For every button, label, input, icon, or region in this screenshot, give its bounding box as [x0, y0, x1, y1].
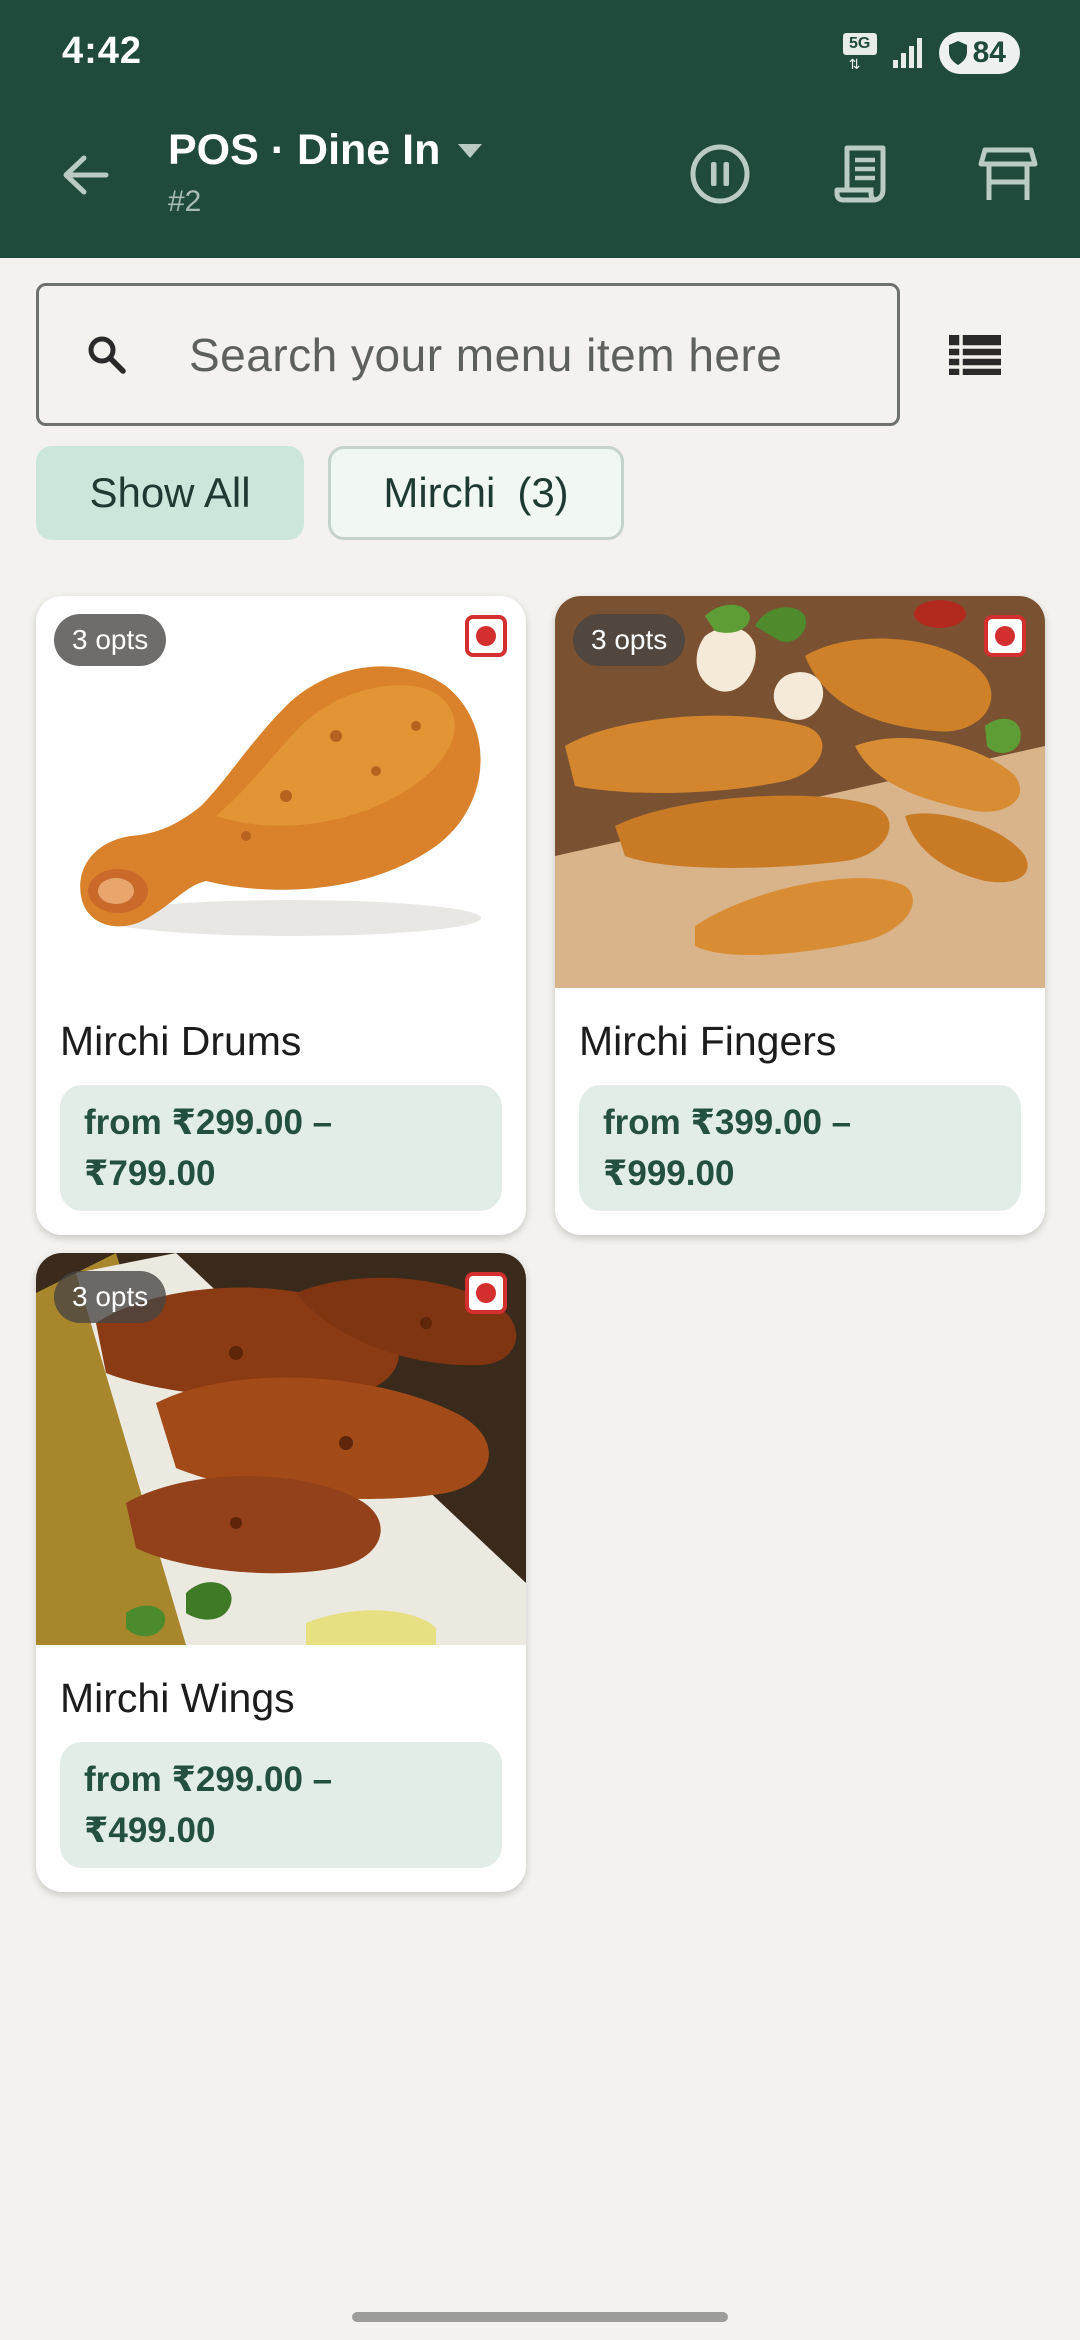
status-time: 4:42 — [62, 30, 143, 72]
filter-chip-show-all[interactable]: Show All — [36, 446, 304, 540]
price-line: from ₹299.00 – — [84, 1103, 333, 1142]
price-line: ₹999.00 — [603, 1154, 735, 1193]
view-list-icon — [949, 335, 1001, 375]
menu-item-card[interactable]: 3 opts Mirchi Wings from ₹299.00 – ₹499.… — [36, 1253, 526, 1892]
price-range: from ₹299.00 – ₹799.00 — [60, 1085, 502, 1211]
price-line: from ₹299.00 – — [84, 1760, 333, 1799]
page-title: POS · Dine In — [168, 126, 441, 174]
search-input[interactable]: Search your menu item here — [189, 328, 782, 382]
dropdown-arrow-icon — [458, 143, 483, 158]
non-veg-icon — [465, 1272, 507, 1314]
battery-level: 84 — [972, 36, 1006, 69]
shield-icon — [948, 41, 967, 65]
chip-label: Show All — [89, 469, 251, 516]
table-icon — [978, 147, 1038, 200]
signal-icon — [892, 38, 922, 68]
food-image: 3 opts — [36, 1253, 526, 1645]
price-range: from ₹399.00 – ₹999.00 — [579, 1085, 1021, 1211]
search-icon — [85, 333, 145, 377]
pause-circle-icon — [690, 144, 750, 204]
chip-label: Mirchi — [383, 469, 496, 516]
order-number: #2 — [168, 185, 202, 218]
battery-indicator: 84 — [938, 32, 1020, 74]
order-type-selector[interactable]: POS · Dine In #2 — [168, 126, 484, 219]
price-range: from ₹299.00 – ₹499.00 — [60, 1742, 502, 1868]
chip-count: (3) — [517, 469, 569, 516]
item-name: Mirchi Wings — [60, 1675, 295, 1721]
food-image: 3 opts — [36, 596, 526, 988]
price-line: from ₹399.00 – — [603, 1103, 852, 1142]
back-button[interactable] — [50, 140, 120, 210]
pause-button[interactable] — [684, 138, 756, 210]
options-badge: 3 opts — [573, 614, 686, 666]
search-field[interactable]: Search your menu item here — [36, 283, 900, 426]
list-view-button[interactable] — [940, 320, 1010, 390]
filter-chip-mirchi[interactable]: Mirchi (3) — [328, 446, 624, 540]
arrow-back-icon — [63, 155, 109, 195]
non-veg-icon — [465, 615, 507, 657]
item-name: Mirchi Drums — [60, 1018, 302, 1064]
table-button[interactable] — [972, 138, 1044, 210]
network-5g-icon: 5G ⇅ — [842, 33, 877, 73]
food-image: 3 opts — [555, 596, 1045, 988]
price-line: ₹499.00 — [84, 1811, 216, 1850]
receipt-button[interactable] — [828, 138, 900, 210]
app-bar: 4:42 5G ⇅ 84 POS · Dine In #2 — [0, 0, 1080, 258]
price-line: ₹799.00 — [84, 1154, 216, 1193]
options-badge: 3 opts — [54, 614, 167, 666]
status-icons: 5G ⇅ 84 — [842, 30, 1020, 76]
menu-item-card[interactable]: 3 opts Mirchi Drums from ₹299.00 – ₹799.… — [36, 596, 526, 1235]
receipt-icon — [834, 145, 886, 203]
item-name: Mirchi Fingers — [579, 1018, 837, 1064]
options-badge: 3 opts — [54, 1271, 167, 1323]
home-indicator[interactable] — [352, 2312, 728, 2322]
non-veg-icon — [984, 615, 1026, 657]
menu-item-card[interactable]: 3 opts Mirchi Fingers from ₹399.00 – ₹99… — [555, 596, 1045, 1235]
